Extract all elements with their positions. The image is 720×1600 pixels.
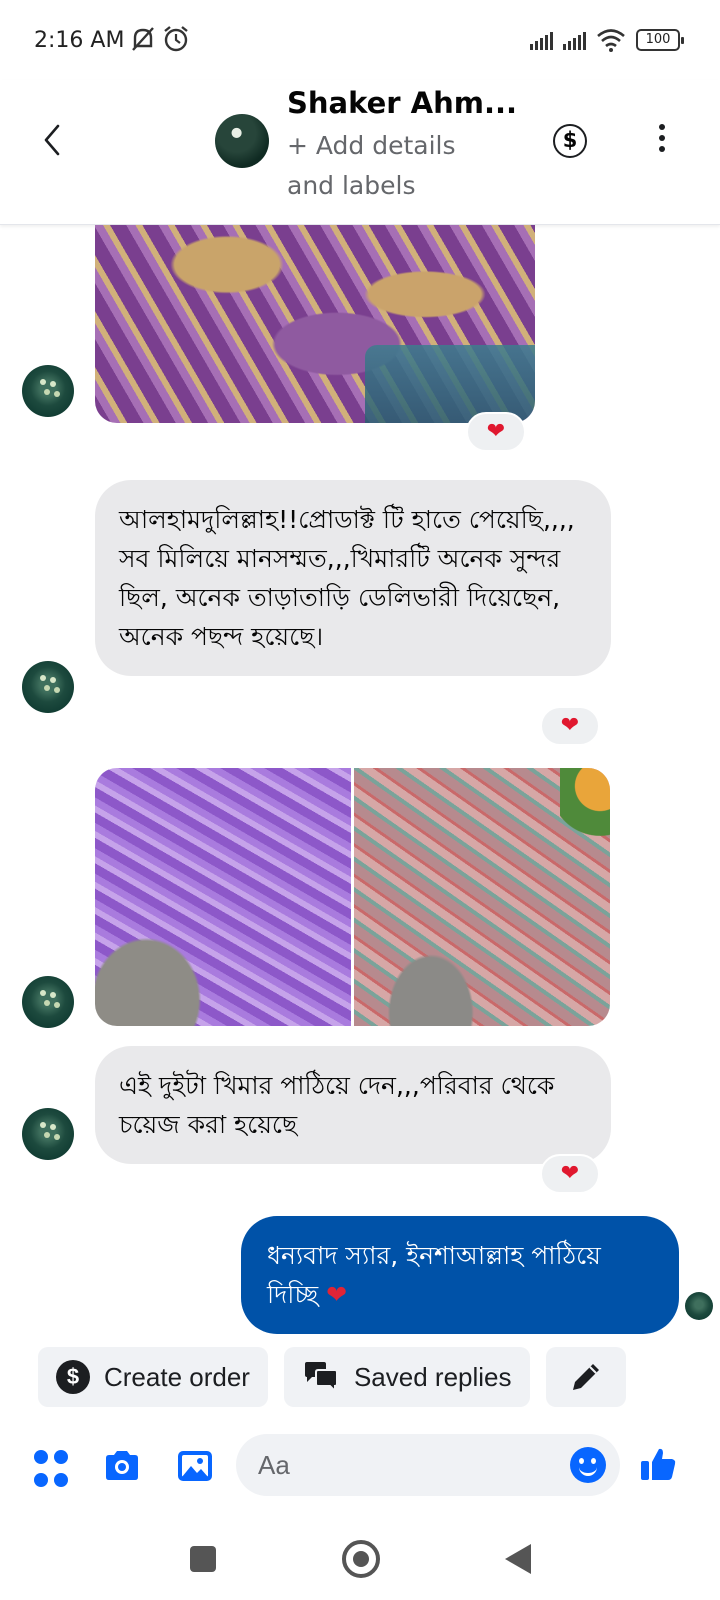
- status-icons-right: 100: [530, 28, 684, 52]
- wifi-icon: [597, 29, 625, 52]
- sender-avatar[interactable]: [22, 365, 74, 417]
- heart-reaction-icon[interactable]: ❤: [466, 412, 526, 452]
- contact-name[interactable]: Shaker Ahm...: [287, 86, 517, 120]
- heart-emoji-icon: ❤: [326, 1280, 348, 1309]
- emoji-icon[interactable]: [570, 1447, 606, 1483]
- khimar-photo-purple[interactable]: [95, 768, 351, 1026]
- message-composer: [0, 1430, 720, 1500]
- status-icons-left: [130, 24, 190, 54]
- signal-icon: [530, 30, 553, 50]
- edit-button[interactable]: [545, 1347, 626, 1407]
- dollar-circle-icon[interactable]: $: [553, 124, 587, 158]
- contact-avatar[interactable]: [215, 114, 269, 168]
- thumbs-up-icon[interactable]: [638, 1444, 678, 1484]
- add-details-link[interactable]: + Add details and labels: [287, 126, 487, 206]
- sender-avatar[interactable]: [22, 1108, 74, 1160]
- heart-reaction-icon[interactable]: ❤: [540, 706, 600, 746]
- outgoing-message[interactable]: ধন্যবাদ স্যার, ইনশাআল্লাহ পাঠিয়ে দিচ্ছি…: [241, 1216, 679, 1334]
- status-time: 2:16 AM: [34, 28, 125, 53]
- muted-bell-icon: [132, 27, 154, 51]
- saved-replies-button[interactable]: Saved replies: [283, 1347, 530, 1407]
- conversation-header: Shaker Ahm... + Add details and labels $: [0, 80, 720, 225]
- read-receipt-avatar: [685, 1292, 713, 1320]
- recent-apps-icon[interactable]: [190, 1546, 216, 1572]
- pencil-icon: [572, 1364, 599, 1390]
- home-icon[interactable]: [342, 1540, 380, 1578]
- alarm-icon: [164, 26, 188, 52]
- khimar-photo-pink[interactable]: [354, 768, 610, 1026]
- camera-icon[interactable]: [102, 1446, 142, 1486]
- system-nav-bar: [0, 1520, 720, 1600]
- status-bar: 2:16 AM 100: [0, 0, 720, 80]
- outgoing-message-text: ধন্যবাদ স্যার, ইনশাআল্লাহ পাঠিয়ে দিচ্ছি: [267, 1241, 601, 1309]
- signal-icon-2: [563, 30, 586, 50]
- message-input-wrapper: [236, 1434, 620, 1496]
- product-photo[interactable]: [95, 225, 535, 423]
- create-order-button[interactable]: $ Create order: [38, 1347, 268, 1407]
- sender-avatar[interactable]: [22, 976, 74, 1028]
- more-vertical-icon[interactable]: [656, 124, 668, 160]
- message-input[interactable]: [236, 1434, 536, 1496]
- back-arrow-icon[interactable]: [36, 118, 70, 162]
- incoming-message[interactable]: আলহামদুলিল্লাহ!!প্রোডাক্ট টি হাতে পেয়েছ…: [95, 480, 611, 676]
- quick-actions-bar: $ Create order Saved replies: [38, 1347, 626, 1407]
- apps-grid-icon[interactable]: [34, 1450, 74, 1490]
- heart-reaction-icon[interactable]: ❤: [540, 1154, 600, 1194]
- saved-replies-label: Saved replies: [353, 1361, 512, 1392]
- chat-bubbles-icon: [304, 1362, 338, 1394]
- incoming-message[interactable]: এই দুইটা খিমার পাঠিয়ে দেন,,,পরিবার থেকে…: [95, 1046, 611, 1164]
- battery-indicator: 100: [636, 29, 684, 51]
- create-order-label: Create order: [104, 1361, 250, 1392]
- dollar-icon: $: [56, 1360, 90, 1394]
- back-triangle-icon[interactable]: [505, 1544, 531, 1574]
- gallery-icon[interactable]: [175, 1446, 215, 1486]
- sender-avatar[interactable]: [22, 661, 74, 713]
